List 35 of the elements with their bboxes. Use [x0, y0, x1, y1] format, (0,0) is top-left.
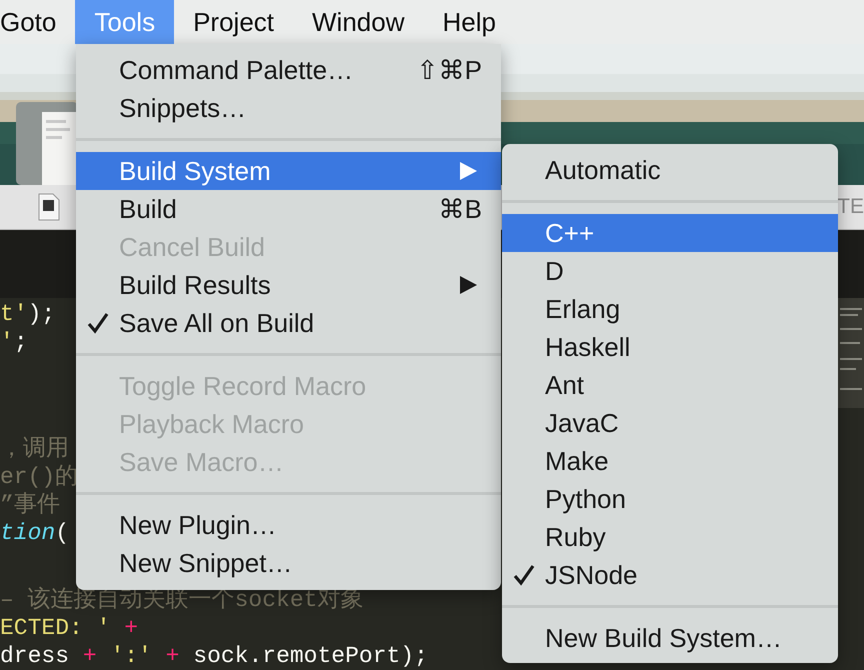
- menu-item[interactable]: JSNode: [502, 556, 838, 594]
- code-line: tion(: [0, 518, 70, 547]
- code-line: ECTED: ' +: [0, 614, 138, 642]
- file-icon: [38, 193, 60, 221]
- shortcut-label: ⇧⌘P: [416, 54, 482, 86]
- menu-item[interactable]: Haskell: [502, 328, 838, 366]
- menu-item[interactable]: Build System: [76, 152, 501, 190]
- menu-item[interactable]: Python: [502, 480, 838, 518]
- menu-item[interactable]: D: [502, 252, 838, 290]
- code-line: er()的: [0, 462, 78, 491]
- menu-item[interactable]: Save All on Build: [76, 304, 501, 342]
- menu-item[interactable]: Make: [502, 442, 838, 480]
- menu-item[interactable]: Build Results: [76, 266, 501, 304]
- menu-item[interactable]: Snippets…: [76, 89, 501, 127]
- code-line: dress + ':' + sock.remotePort);: [0, 642, 428, 670]
- menu-item[interactable]: Ant: [502, 366, 838, 404]
- menu-item[interactable]: Erlang: [502, 290, 838, 328]
- shortcut-label: ⌘B: [438, 192, 482, 226]
- menu-item[interactable]: Command Palette… ⇧⌘P: [76, 51, 501, 89]
- menu-item[interactable]: Automatic: [502, 151, 838, 189]
- menu-item[interactable]: C++: [502, 214, 838, 252]
- menu-item[interactable]: New Build System…: [502, 619, 838, 657]
- menu-item[interactable]: JavaC: [502, 404, 838, 442]
- menu-item[interactable]: New Plugin…: [76, 506, 501, 544]
- menu-bar-item[interactable]: Project: [174, 0, 293, 44]
- menu-item[interactable]: Build ⌘B: [76, 190, 501, 228]
- code-line: t');: [0, 300, 56, 328]
- code-line: ”事件: [0, 490, 60, 519]
- code-line: ，调用: [0, 434, 69, 463]
- menu-bar-item[interactable]: Goto: [0, 0, 76, 44]
- menu-bar-item[interactable]: Help: [423, 0, 515, 44]
- menu-bar-item[interactable]: Window: [293, 0, 424, 44]
- menu-item[interactable]: New Snippet…: [76, 544, 501, 582]
- code-line: ';: [0, 328, 28, 356]
- menu-item[interactable]: Ruby: [502, 518, 838, 556]
